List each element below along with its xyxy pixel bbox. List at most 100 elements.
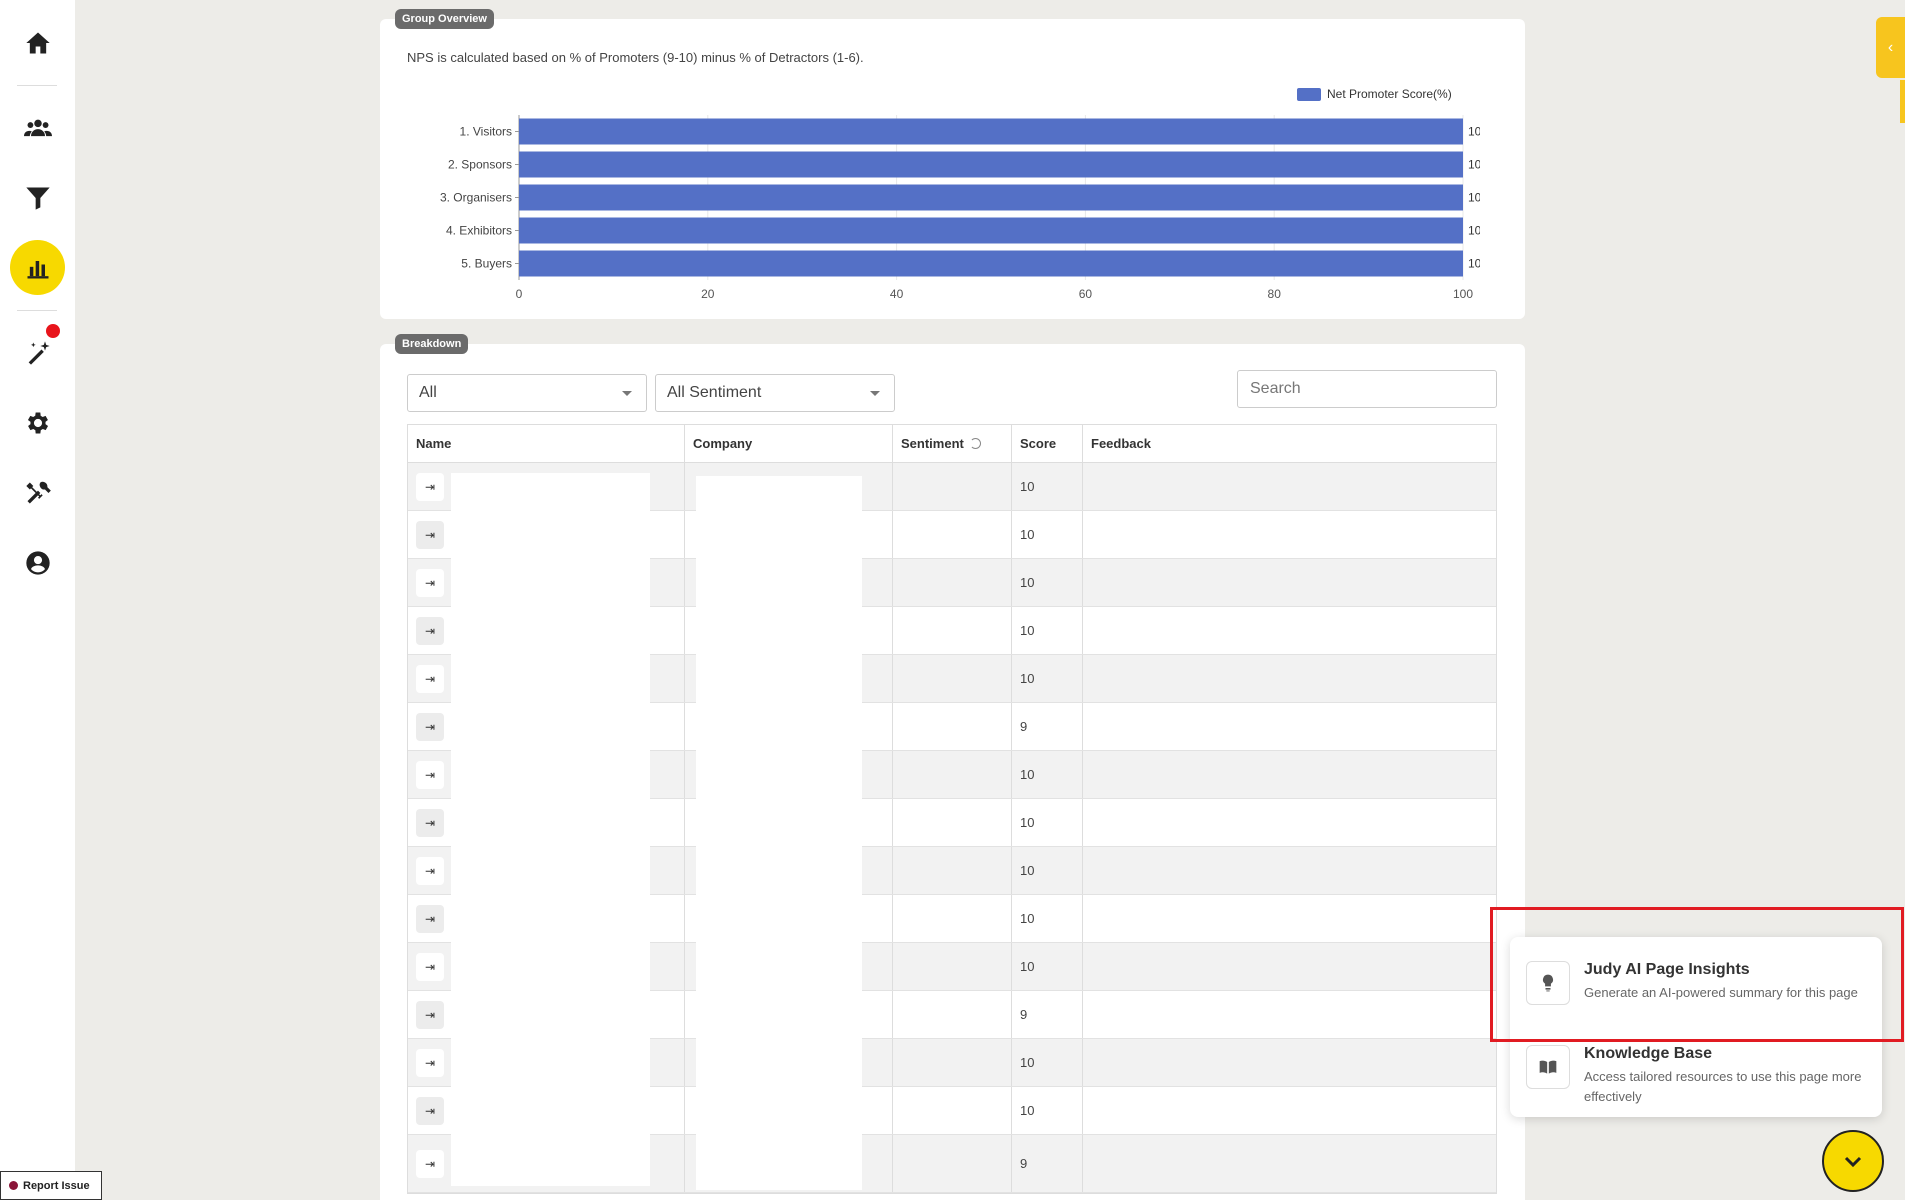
login-as-icon[interactable]: ⇥	[416, 472, 444, 501]
sentiment-label: Sentiment	[901, 436, 964, 451]
login-as-icon[interactable]: ⇥	[416, 856, 444, 885]
column-header-company[interactable]: Company	[685, 425, 893, 462]
sentiment-filter-select[interactable]: All Sentiment	[655, 374, 895, 412]
data-label: 100	[1468, 191, 1480, 205]
bug-icon	[9, 1181, 18, 1190]
feedback-cell	[1083, 559, 1496, 606]
feedback-cell	[1083, 751, 1496, 798]
score-cell: 9	[1012, 991, 1083, 1038]
user-circle-icon[interactable]	[10, 535, 65, 590]
feedback-cell	[1083, 703, 1496, 750]
category-label: 5. Buyers	[461, 257, 512, 271]
column-header-score[interactable]: Score	[1012, 425, 1083, 462]
login-as-icon[interactable]: ⇥	[416, 760, 444, 789]
column-header-sentiment[interactable]: Sentiment	[893, 425, 1012, 462]
score-cell: 9	[1012, 703, 1083, 750]
home-icon[interactable]	[10, 15, 65, 70]
chevron-left-icon: ‹	[1887, 38, 1894, 56]
column-header-feedback[interactable]: Feedback	[1083, 425, 1496, 462]
nps-note: NPS is calculated based on % of Promoter…	[407, 50, 864, 65]
login-as-icon[interactable]: ⇥	[416, 808, 444, 837]
x-tick-label: 80	[1268, 287, 1282, 301]
login-as-icon[interactable]: ⇥	[416, 712, 444, 741]
data-label: 100	[1468, 257, 1480, 271]
gear-icon[interactable]	[10, 395, 65, 450]
sentiment-filter-value: All Sentiment	[667, 384, 762, 401]
knowledge-base-desc: Access tailored resources to use this pa…	[1584, 1069, 1862, 1104]
divider	[17, 85, 57, 86]
side-panel-tab[interactable]: ‹	[1876, 17, 1905, 78]
filter-icon[interactable]	[10, 170, 65, 225]
score-cell: 10	[1012, 1087, 1083, 1134]
category-label: 3. Organisers	[440, 191, 512, 205]
login-as-icon[interactable]: ⇥	[416, 1149, 444, 1178]
sentiment-cell	[893, 991, 1012, 1038]
feedback-cell	[1083, 1087, 1496, 1134]
sentiment-cell	[893, 943, 1012, 990]
legend-label: Net Promoter Score(%)	[1327, 87, 1452, 101]
score-cell: 10	[1012, 559, 1083, 606]
login-as-icon[interactable]: ⇥	[416, 1000, 444, 1029]
data-label: 100	[1468, 224, 1480, 238]
feedback-cell	[1083, 655, 1496, 702]
report-issue-button[interactable]: Report Issue	[0, 1171, 102, 1200]
sentiment-cell	[893, 463, 1012, 510]
chevron-down-icon	[622, 391, 632, 396]
users-icon[interactable]	[10, 100, 65, 155]
login-as-icon[interactable]: ⇥	[416, 1096, 444, 1125]
chevron-down-icon	[870, 391, 880, 396]
feedback-cell	[1083, 1039, 1496, 1086]
login-as-icon[interactable]: ⇥	[416, 520, 444, 549]
score-cell: 10	[1012, 895, 1083, 942]
score-cell: 10	[1012, 655, 1083, 702]
book-icon	[1526, 1045, 1570, 1089]
login-as-icon[interactable]: ⇥	[416, 568, 444, 597]
chart-legend[interactable]: Net Promoter Score(%)	[1297, 87, 1452, 101]
sentiment-cell	[893, 1135, 1012, 1192]
category-label: 4. Exhibitors	[446, 224, 512, 238]
nps-bar-chart: 0 20 40 60 80 100 1. Visitors 100 2. Sponsors 100…	[440, 115, 1480, 301]
knowledge-base-item[interactable]: Knowledge Base Access tailored resources…	[1526, 1045, 1864, 1107]
redacted-names	[451, 473, 650, 1186]
feedback-cell	[1083, 847, 1496, 894]
sentiment-cell	[893, 607, 1012, 654]
highlight-box	[1490, 907, 1904, 1042]
sentiment-cell	[893, 655, 1012, 702]
data-label: 100	[1468, 158, 1480, 172]
help-toggle-button[interactable]	[1822, 1130, 1884, 1192]
column-header-name[interactable]: Name	[408, 425, 685, 462]
feedback-cell	[1083, 943, 1496, 990]
bar-chart-icon[interactable]	[10, 240, 65, 295]
sidebar	[0, 0, 75, 1200]
category-label: 1. Visitors	[460, 125, 512, 139]
search-input[interactable]	[1237, 370, 1497, 408]
group-filter-select[interactable]: All	[407, 374, 647, 412]
refresh-icon[interactable]	[969, 438, 981, 449]
sentiment-cell	[893, 511, 1012, 558]
x-tick-label: 60	[1079, 287, 1093, 301]
report-issue-label: Report Issue	[23, 1179, 90, 1192]
chevron-down-icon	[1844, 1156, 1862, 1168]
sentiment-cell	[893, 751, 1012, 798]
login-as-icon[interactable]: ⇥	[416, 616, 444, 645]
knowledge-base-title: Knowledge Base	[1584, 1045, 1713, 1062]
feedback-cell	[1083, 463, 1496, 510]
login-as-icon[interactable]: ⇥	[416, 952, 444, 981]
login-as-icon[interactable]: ⇥	[416, 664, 444, 693]
table-header: Name Company Sentiment Score Feedback	[408, 425, 1496, 463]
login-as-icon[interactable]: ⇥	[416, 904, 444, 933]
login-as-icon[interactable]: ⇥	[416, 1048, 444, 1077]
score-cell: 10	[1012, 799, 1083, 846]
bar	[519, 118, 1463, 145]
feedback-cell	[1083, 991, 1496, 1038]
feedback-cell	[1083, 1135, 1496, 1192]
feedback-cell	[1083, 607, 1496, 654]
x-tick-label: 40	[890, 287, 904, 301]
legend-swatch	[1297, 87, 1321, 101]
score-cell: 10	[1012, 847, 1083, 894]
divider	[17, 310, 57, 311]
sentiment-cell	[893, 895, 1012, 942]
sentiment-cell	[893, 1039, 1012, 1086]
score-cell: 10	[1012, 607, 1083, 654]
tools-icon[interactable]	[10, 465, 65, 520]
